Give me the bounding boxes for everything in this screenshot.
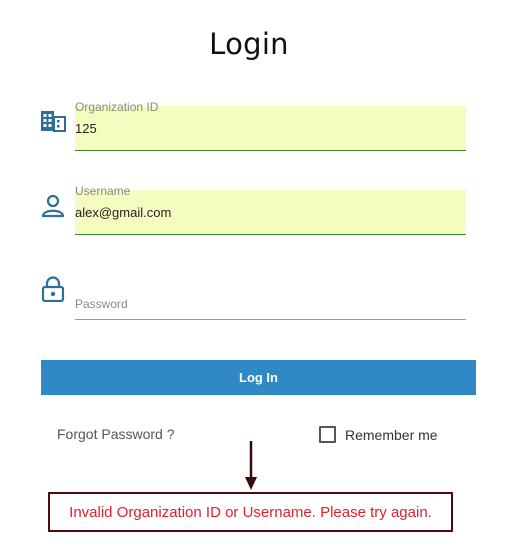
checkbox-box[interactable] [319,426,336,443]
user-icon [40,193,66,219]
password-field[interactable]: Password [75,275,466,320]
login-button[interactable]: Log In [41,360,476,395]
remember-me-label: Remember me [345,426,438,443]
organization-id-value[interactable]: 125 [75,121,97,136]
organization-id-field[interactable]: Organization ID 125 [75,100,466,151]
username-field[interactable]: Username alex@gmail.com [75,184,466,235]
password-label: Password [75,297,128,311]
remember-me-checkbox[interactable]: Remember me [319,426,438,443]
error-message-box: Invalid Organization ID or Username. Ple… [48,492,453,532]
lock-icon [40,276,66,302]
error-message: Invalid Organization ID or Username. Ple… [69,503,432,521]
organization-id-label: Organization ID [75,100,159,114]
building-icon [40,108,66,134]
page-title: Login [209,27,289,61]
annotation-arrow-icon [243,441,259,491]
forgot-password-link[interactable]: Forgot Password ? [57,426,175,442]
username-label: Username [75,184,131,198]
username-value[interactable]: alex@gmail.com [75,205,171,220]
